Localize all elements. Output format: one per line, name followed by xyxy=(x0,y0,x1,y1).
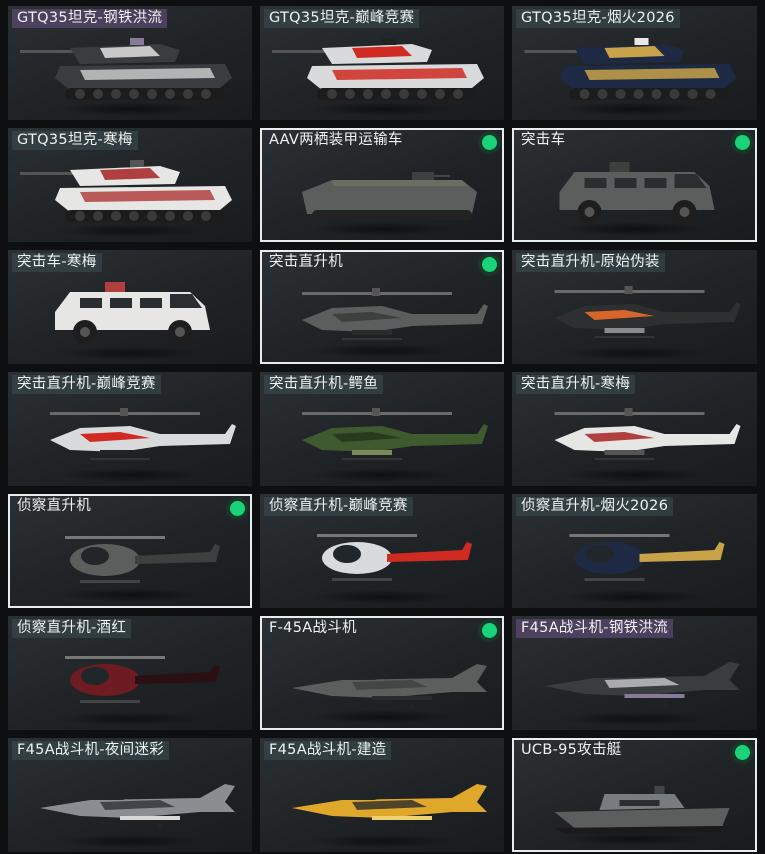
vehicle-card[interactable]: 突击直升机-巅峰竞赛 xyxy=(8,372,252,486)
vehicle-skin-title: AAV两栖装甲运输车 xyxy=(269,132,403,148)
vehicle-skin-title: 突击直升机-鳄鱼 xyxy=(264,375,384,394)
tank-icon xyxy=(20,160,232,222)
vehicle-skin-title: UCB-95攻击艇 xyxy=(521,742,622,758)
fighter-jet-icon xyxy=(544,662,740,707)
attack-helicopter-icon xyxy=(302,408,488,460)
scout-helicopter-icon xyxy=(569,534,725,581)
vehicle-skin-title: 侦察直升机-酒红 xyxy=(12,619,132,638)
attack-helicopter-icon xyxy=(302,288,488,340)
vehicle-skin-title: 侦察直升机-巅峰竞赛 xyxy=(264,497,413,516)
amphibious-vehicle-icon xyxy=(302,172,477,220)
vehicle-skin-title: F45A战斗机-建造 xyxy=(264,741,392,760)
vehicle-card[interactable]: F-45A战斗机 xyxy=(260,616,504,730)
vehicle-skin-title: 突击车 xyxy=(521,132,566,148)
vehicle-card[interactable]: GTQ35坦克-寒梅 xyxy=(8,128,252,242)
fighter-jet-icon xyxy=(292,664,487,709)
attack-helicopter-icon xyxy=(554,408,741,460)
equipped-indicator-icon xyxy=(482,135,497,150)
fighter-jet-icon xyxy=(292,784,487,829)
scout-helicopter-icon xyxy=(65,656,220,703)
vehicle-skin-title: F45A战斗机-夜间迷彩 xyxy=(12,741,170,760)
vehicle-skin-title: 突击直升机-寒梅 xyxy=(516,375,636,394)
scout-helicopter-icon xyxy=(317,534,472,581)
vehicle-card[interactable]: 侦察直升机 xyxy=(8,494,252,608)
vehicle-card[interactable]: F45A战斗机-夜间迷彩 xyxy=(8,738,252,852)
vehicle-skin-title: 突击直升机 xyxy=(269,254,343,270)
vehicle-card[interactable]: F45A战斗机-建造 xyxy=(260,738,504,852)
equipped-indicator-icon xyxy=(230,501,245,516)
tank-icon xyxy=(272,38,484,100)
vehicle-card[interactable]: GTQ35坦克-巅峰竞赛 xyxy=(260,6,504,120)
vehicle-card[interactable]: 侦察直升机-巅峰竞赛 xyxy=(260,494,504,608)
vehicle-skin-title: F45A战斗机-钢铁洪流 xyxy=(516,619,674,638)
vehicle-skin-title: 侦察直升机-烟火2026 xyxy=(516,497,674,516)
vehicle-card[interactable]: F45A战斗机-钢铁洪流 xyxy=(512,616,757,730)
equipped-indicator-icon xyxy=(735,135,750,150)
assault-vehicle-icon xyxy=(559,162,715,224)
vehicle-card[interactable]: UCB-95攻击艇 xyxy=(512,738,757,852)
vehicle-card[interactable]: 突击直升机-原始伪装 xyxy=(512,250,757,364)
vehicle-skin-title: 突击直升机-原始伪装 xyxy=(516,253,665,272)
vehicle-skin-title: 突击直升机-巅峰竞赛 xyxy=(12,375,161,394)
vehicle-card[interactable]: AAV两栖装甲运输车 xyxy=(260,128,504,242)
vehicle-skin-title: GTQ35坦克-寒梅 xyxy=(12,131,138,150)
vehicle-skin-title: 突击车-寒梅 xyxy=(12,253,102,272)
attack-helicopter-icon xyxy=(50,408,236,460)
vehicle-card[interactable]: 侦察直升机-烟火2026 xyxy=(512,494,757,608)
vehicle-skin-title: GTQ35坦克-巅峰竞赛 xyxy=(264,9,420,28)
attack-boat-icon xyxy=(554,786,730,834)
tank-icon xyxy=(20,38,232,100)
vehicle-skin-title: GTQ35坦克-烟火2026 xyxy=(516,9,680,28)
vehicle-card[interactable]: GTQ35坦克-钢铁洪流 xyxy=(8,6,252,120)
vehicle-skin-grid: GTQ35坦克-钢铁洪流 GTQ35坦克-巅峰竞赛 GTQ35坦克-烟火2026… xyxy=(0,0,765,854)
vehicle-card[interactable]: 突击直升机-鳄鱼 xyxy=(260,372,504,486)
attack-helicopter-icon xyxy=(554,286,741,338)
vehicle-card[interactable]: 突击车-寒梅 xyxy=(8,250,252,364)
vehicle-skin-title: GTQ35坦克-钢铁洪流 xyxy=(12,9,168,28)
vehicle-card[interactable]: 突击直升机-寒梅 xyxy=(512,372,757,486)
vehicle-skin-title: 侦察直升机 xyxy=(17,498,91,514)
vehicle-card[interactable]: 突击直升机 xyxy=(260,250,504,364)
scout-helicopter-icon xyxy=(65,536,220,583)
tank-icon xyxy=(524,38,737,100)
vehicle-card[interactable]: 侦察直升机-酒红 xyxy=(8,616,252,730)
equipped-indicator-icon xyxy=(482,623,497,638)
equipped-indicator-icon xyxy=(735,745,750,760)
equipped-indicator-icon xyxy=(482,257,497,272)
assault-vehicle-icon xyxy=(55,282,210,344)
vehicle-card[interactable]: GTQ35坦克-烟火2026 xyxy=(512,6,757,120)
vehicle-card[interactable]: 突击车 xyxy=(512,128,757,242)
fighter-jet-icon xyxy=(40,784,235,829)
vehicle-skin-title: F-45A战斗机 xyxy=(269,620,357,636)
